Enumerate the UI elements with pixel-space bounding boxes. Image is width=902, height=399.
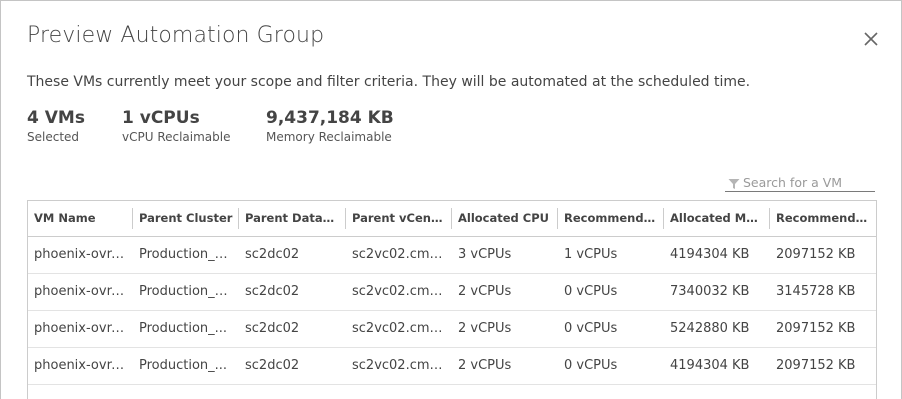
cell-recommended-cpu: 0 vCPUs bbox=[558, 273, 664, 311]
stat-label: Memory Reclaimable bbox=[266, 130, 392, 144]
table-row[interactable]: phoenix-ovr-... Production_... sc2dc02 s… bbox=[28, 310, 876, 348]
cell-allocated-memory: 7340032 KB bbox=[664, 273, 770, 311]
cell-parent-cluster: Production_E... bbox=[133, 236, 239, 274]
close-icon bbox=[864, 32, 878, 46]
stat-label: vCPU Reclaimable bbox=[122, 130, 231, 144]
stat-memory-reclaimable: 9,437,184 KB Memory Reclaimable bbox=[266, 108, 394, 144]
stat-vms-selected: 4 VMs Selected bbox=[27, 108, 85, 144]
cell-allocated-memory: 4194304 KB bbox=[664, 347, 770, 385]
cell-allocated-cpu: 3 vCPUs bbox=[452, 236, 558, 274]
cell-parent-cluster: Production_... bbox=[133, 310, 239, 348]
preview-automation-group-dialog: Preview Automation Group These VMs curre… bbox=[0, 0, 902, 399]
cell-parent-cluster: Production_S... bbox=[133, 273, 239, 311]
column-header-parent-cluster[interactable]: Parent Cluster bbox=[133, 201, 239, 237]
cell-vm-name: phoenix-ovr-... bbox=[28, 347, 133, 385]
table-row[interactable]: phoenix-ovr-... Production_S... sc2dc02 … bbox=[28, 273, 876, 311]
cell-vm-name: phoenix-ovr-... bbox=[28, 310, 133, 348]
cell-recommended-cpu: 0 vCPUs bbox=[558, 310, 664, 348]
cell-recommended-memory: 2097152 KB bbox=[770, 347, 876, 385]
cell-parent-cluster: Production_... bbox=[133, 347, 239, 385]
vm-search bbox=[725, 174, 875, 192]
cell-parent-datacenter: sc2dc02 bbox=[239, 273, 346, 311]
column-header-parent-vcenter[interactable]: Parent vCenter bbox=[346, 201, 452, 237]
table-row[interactable]: phoenix-ovr-... Production_E... sc2dc02 … bbox=[28, 236, 876, 274]
cell-recommended-cpu: 1 vCPUs bbox=[558, 236, 664, 274]
cell-parent-datacenter: sc2dc02 bbox=[239, 310, 346, 348]
column-header-parent-datacenter[interactable]: Parent Datacenter bbox=[239, 201, 346, 237]
cell-allocated-memory: 5242880 KB bbox=[664, 310, 770, 348]
table-row[interactable]: phoenix-ovr-... Production_... sc2dc02 s… bbox=[28, 347, 876, 385]
stat-vcpu-reclaimable: 1 vCPUs vCPU Reclaimable bbox=[122, 108, 231, 144]
cell-recommended-cpu: 0 vCPUs bbox=[558, 347, 664, 385]
cell-allocated-cpu: 2 vCPUs bbox=[452, 310, 558, 348]
column-header-recommended-memory[interactable]: Recommended ... bbox=[770, 201, 876, 237]
cell-vm-name: phoenix-ovr-... bbox=[28, 273, 133, 311]
cell-allocated-cpu: 2 vCPUs bbox=[452, 347, 558, 385]
close-button[interactable] bbox=[861, 29, 881, 49]
search-input[interactable] bbox=[743, 174, 873, 191]
column-header-allocated-cpu[interactable]: Allocated CPU bbox=[452, 201, 558, 237]
cell-parent-vcenter: sc2vc02.cmb... bbox=[346, 273, 452, 311]
vm-table: VM Name Parent Cluster Parent Datacenter… bbox=[27, 200, 877, 399]
cell-parent-datacenter: sc2dc02 bbox=[239, 347, 346, 385]
cell-recommended-memory: 3145728 KB bbox=[770, 273, 876, 311]
cell-parent-datacenter: sc2dc02 bbox=[239, 236, 346, 274]
dialog-description: These VMs currently meet your scope and … bbox=[27, 74, 751, 90]
stat-value: 9,437,184 KB bbox=[266, 108, 394, 128]
column-header-recommended-cpu[interactable]: Recommended ... bbox=[558, 201, 664, 237]
cell-allocated-cpu: 2 vCPUs bbox=[452, 273, 558, 311]
stat-label: Selected bbox=[27, 130, 80, 144]
column-header-allocated-memory[interactable]: Allocated Memory bbox=[664, 201, 770, 237]
cell-recommended-memory: 2097152 KB bbox=[770, 310, 876, 348]
cell-vm-name: phoenix-ovr-... bbox=[28, 236, 133, 274]
cell-parent-vcenter: sc2vc02.cmb... bbox=[346, 347, 452, 385]
cell-parent-vcenter: sc2vc02.cmb... bbox=[346, 236, 452, 274]
filter-icon bbox=[728, 179, 740, 189]
table-header-row: VM Name Parent Cluster Parent Datacenter… bbox=[28, 201, 876, 237]
cell-allocated-memory: 4194304 KB bbox=[664, 236, 770, 274]
cell-recommended-memory: 2097152 KB bbox=[770, 236, 876, 274]
cell-parent-vcenter: sc2vc02.cmb... bbox=[346, 310, 452, 348]
stat-value: 4 VMs bbox=[27, 108, 85, 128]
stat-value: 1 vCPUs bbox=[122, 108, 200, 128]
column-header-vm-name[interactable]: VM Name bbox=[28, 201, 133, 237]
dialog-title: Preview Automation Group bbox=[27, 23, 325, 48]
